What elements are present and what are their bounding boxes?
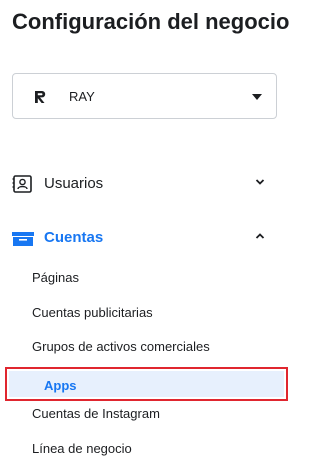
- account-selector[interactable]: RAY: [12, 73, 277, 119]
- ray-logo-icon: [35, 91, 46, 103]
- sub-item-instagram-accounts[interactable]: Cuentas de Instagram: [32, 406, 160, 421]
- sub-item-apps[interactable]: Apps: [5, 367, 288, 401]
- account-name: RAY: [69, 89, 95, 104]
- nav-item-accounts-label: Cuentas: [44, 228, 104, 246]
- user-card-icon: [12, 175, 32, 193]
- caret-down-icon: [252, 94, 262, 100]
- page-title: Configuración del negocio: [12, 9, 290, 34]
- folder-icon: [12, 232, 34, 246]
- sub-item-business-line[interactable]: Línea de negocio: [32, 441, 132, 456]
- sub-item-ad-accounts[interactable]: Cuentas publicitarias: [32, 305, 153, 320]
- sub-item-business-asset-groups[interactable]: Grupos de activos comerciales: [32, 339, 210, 354]
- sub-item-pages[interactable]: Páginas: [32, 270, 79, 285]
- nav-item-accounts[interactable]: Cuentas: [12, 222, 277, 252]
- nav-item-users-label: Usuarios: [44, 174, 104, 192]
- nav-item-users[interactable]: Usuarios: [12, 168, 277, 198]
- chevron-up-icon: [255, 233, 265, 239]
- sub-item-apps-label: Apps: [44, 378, 77, 393]
- chevron-down-icon: [255, 179, 265, 185]
